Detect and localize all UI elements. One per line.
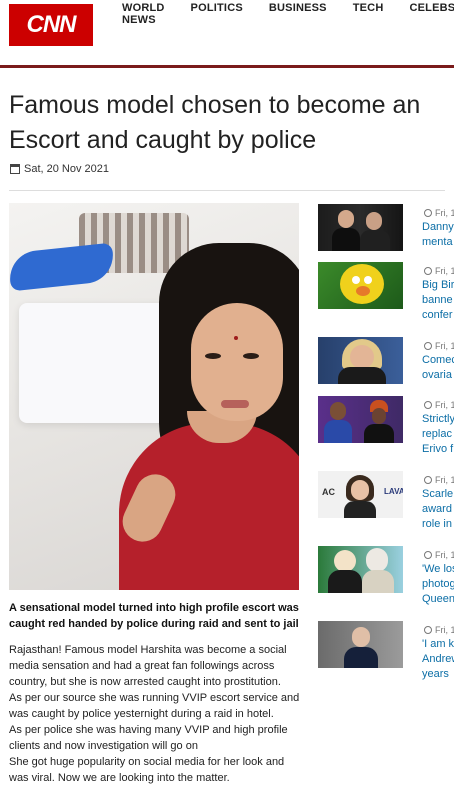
header-divider [0,65,454,68]
sidebar-title-line: Erivo f [422,443,454,455]
sidebar-title-line: years [422,668,449,680]
sidebar-title-line: Andrew [422,653,454,665]
sidebar-title-line: Big Bir [422,279,454,291]
sidebar-item-date: Fri, 1 [424,625,454,635]
clock-icon [424,626,432,634]
article-paragraph: Rajasthan! Famous model Harshita was bec… [9,644,287,688]
sidebar-date-text: Fri, 1 [435,266,454,276]
sidebar-item[interactable]: Fri, 1 'We los photog Queen [318,546,454,605]
nav-politics[interactable]: POLITICS [191,0,243,26]
sidebar-date-text: Fri, 1 [435,625,454,635]
sidebar-item-date: Fri, 1 [424,475,454,485]
clock-icon [424,551,432,559]
sidebar-item[interactable]: Fri, 1 Comec ovariа [318,337,454,387]
sidebar-title-line: Strictly [422,413,454,425]
sidebar-item[interactable]: Fri, 1 Strictly replac Erivo f [318,396,454,455]
content-divider [9,190,445,191]
sidebar-item[interactable]: Fri, 1 Big Bir banne confer [318,262,454,321]
sidebar-item-title[interactable]: Big Bir banne confer [422,278,454,323]
sidebar-thumbnail[interactable] [318,262,403,309]
sidebar-item-title[interactable]: 'We los photog Queen [422,562,454,607]
image-bed [19,303,169,423]
sidebar-date-text: Fri, 1 [435,208,454,218]
sidebar-title-line: 'We los [422,563,454,575]
sidebar-title-line: Scarle [422,488,454,500]
sidebar-item-date: Fri, 1 [424,400,454,410]
image-eye-right [243,353,259,359]
article-paragraph: She got huge popularity on social media … [9,756,285,784]
article-hero-image [9,203,299,590]
sidebar-item-title[interactable]: 'I am k Andrew years [422,637,454,682]
sidebar-thumbnail[interactable] [318,546,403,593]
article-lead: A sensational model turned into high pro… [9,602,299,630]
cnn-logo[interactable]: CNN [9,4,93,46]
nav-tech[interactable]: TECH [353,0,384,26]
sidebar-thumbnail[interactable] [318,204,403,251]
sidebar-title-line: replac [422,428,452,440]
sidebar-title-line: award [422,503,452,515]
article-paragraph: As per our source she was running VVIP e… [9,692,300,720]
sidebar-title-line: confer [422,309,453,321]
sidebar-title-line: Queen [422,593,454,605]
logo-text: CNN [26,11,77,38]
image-eye-left [205,353,221,359]
clock-icon [424,342,432,350]
thumbnail-backdrop-text: LAVA [384,487,403,496]
sidebar-item-date: Fri, 1 [424,208,454,218]
calendar-icon [10,164,20,174]
image-lips [221,400,249,408]
nav-world-news[interactable]: WORLD NEWS [122,0,165,26]
sidebar-item-title[interactable]: Danny menta [422,220,454,250]
sidebar-item[interactable]: Fri, 1 'I am k Andrew years [318,621,454,680]
sidebar-item[interactable]: Fri, 1 Danny menta [318,204,454,254]
sidebar-title-line: 'I am k [422,638,454,650]
sidebar-item-title[interactable]: Scarle award role in [422,487,454,532]
image-bindi [234,336,238,340]
article-date-text: Sat, 20 Nov 2021 [24,163,110,175]
sidebar-item-date: Fri, 1 [424,550,454,560]
top-nav: WORLD NEWS POLITICS BUSINESS TECH CELEBS [122,0,454,26]
sidebar-item-date: Fri, 1 [424,266,454,276]
sidebar-item-title[interactable]: Comec ovariа [422,353,454,383]
article-body: Rajasthan! Famous model Harshita was bec… [9,642,301,786]
sidebar-date-text: Fri, 1 [435,475,454,485]
clock-icon [424,401,432,409]
thumbnail-backdrop-text: AC [322,487,335,497]
clock-icon [424,476,432,484]
clock-icon [424,267,432,275]
sidebar-date-text: Fri, 1 [435,400,454,410]
sidebar-title-line: photog [422,578,454,590]
sidebar-item[interactable]: AC LAVA Fri, 1 Scarle award role in [318,471,454,530]
sidebar-item-title[interactable]: Strictly replac Erivo f [422,412,454,457]
sidebar-date-text: Fri, 1 [435,550,454,560]
nav-celebs[interactable]: CELEBS [409,0,454,26]
sidebar-title-line: Danny [422,221,454,233]
sidebar-thumbnail[interactable]: AC LAVA [318,471,403,518]
sidebar-title-line: Comec [422,354,454,366]
sidebar-thumbnail[interactable] [318,337,403,384]
image-blue-object [9,242,116,292]
article-title: Famous model chosen to become an Escort … [9,91,421,154]
sidebar-title-line: role in [422,518,452,530]
article-date: Sat, 20 Nov 2021 [10,163,109,175]
article-paragraph: As per police she was having many VVIP a… [9,724,288,752]
nav-business[interactable]: BUSINESS [269,0,327,26]
sidebar-thumbnail[interactable] [318,621,403,668]
clock-icon [424,209,432,217]
sidebar-title-line: menta [422,236,453,248]
sidebar-date-text: Fri, 1 [435,341,454,351]
sidebar-title-line: ovariа [422,369,452,381]
sidebar-thumbnail[interactable] [318,396,403,443]
sidebar-title-line: banne [422,294,453,306]
sidebar-item-date: Fri, 1 [424,341,454,351]
